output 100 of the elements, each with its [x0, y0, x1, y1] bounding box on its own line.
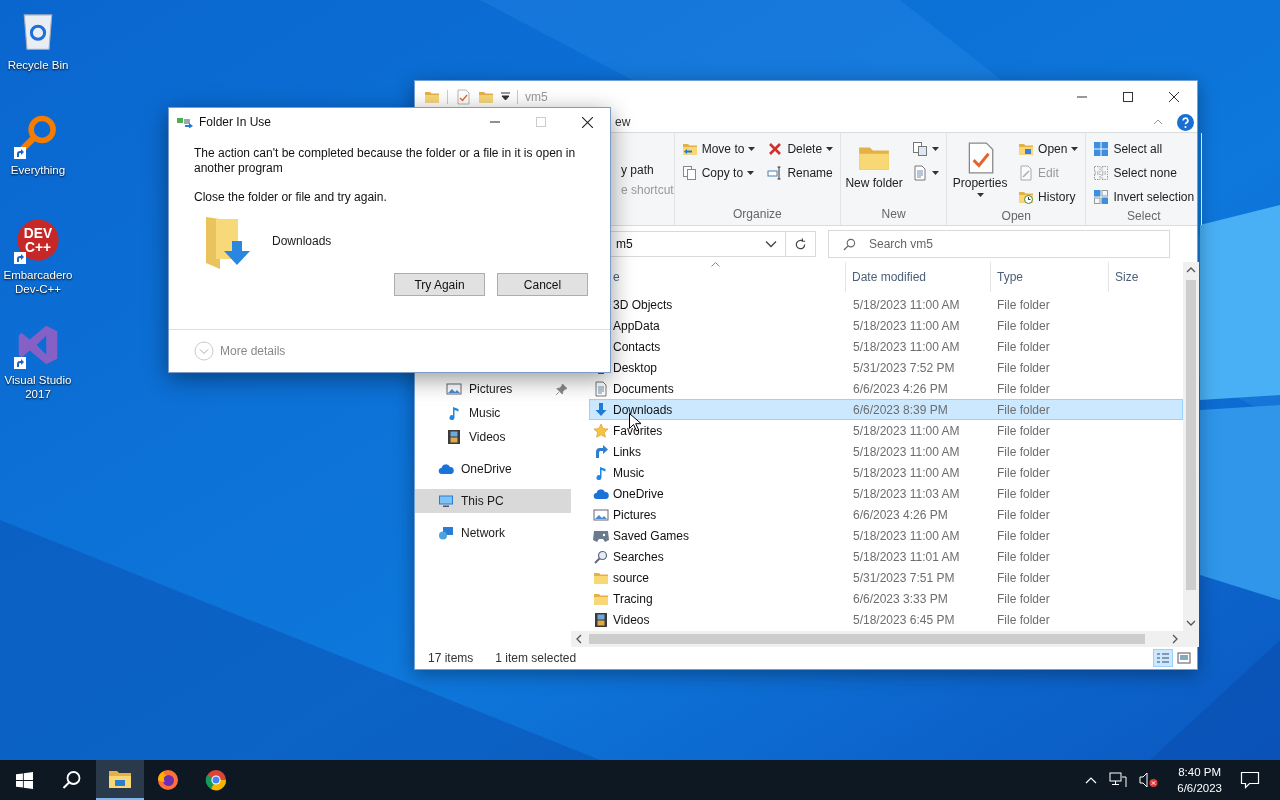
windows-logo-icon [15, 771, 33, 789]
desktop-shortcut[interactable]: Everything [0, 113, 76, 196]
navigation-item[interactable]: Pictures [415, 377, 571, 401]
folder-icon [1018, 141, 1035, 157]
app-logo-icon: DEV C++ [16, 218, 60, 262]
chevron-up-icon[interactable] [1085, 776, 1098, 784]
sort-caret-icon [711, 262, 720, 267]
ribbon-button[interactable]: Open [1015, 139, 1082, 159]
ribbon-button[interactable]: Invert selection [1090, 187, 1198, 207]
navigation-item[interactable]: This PC [415, 489, 571, 513]
type-cell-text: File folder [996, 591, 1051, 606]
file-row[interactable]: Links 5/18/2023 11:00 AM File folder [589, 441, 1183, 462]
date-cell-text: 5/18/2023 11:00 AM [852, 339, 961, 354]
dialog-button[interactable]: Try Again [394, 273, 485, 296]
date-cell-text: 5/18/2023 11:01 AM [852, 549, 961, 564]
folder-name: Downloads [272, 234, 332, 248]
dialog-title: Folder In Use [199, 115, 272, 129]
select-none-icon [1093, 165, 1110, 181]
file-row[interactable]: Music 5/18/2023 11:00 AM File folder [589, 462, 1183, 483]
file-row[interactable]: OneDrive 5/18/2023 11:03 AM File folder [589, 483, 1183, 504]
star-icon [593, 422, 609, 439]
scrollbar-thumb[interactable] [589, 634, 1145, 644]
file-name: Videos [613, 612, 650, 627]
close-icon [1169, 91, 1179, 102]
type-cell-text: File folder [996, 381, 1051, 396]
refresh-button[interactable] [786, 231, 816, 257]
column-header[interactable]: Date modified [846, 262, 991, 292]
select-all-icon [1093, 141, 1110, 157]
file-row[interactable]: Pictures 6/6/2023 4:26 PM File folder [589, 504, 1183, 525]
more-details-toggle[interactable]: More details [194, 341, 286, 361]
ribbon-button[interactable]: Copy to [678, 163, 759, 183]
date-cell-text: 5/31/2023 7:52 PM [852, 360, 956, 375]
notifications-icon[interactable] [1240, 771, 1260, 789]
file-row[interactable]: Tracing 6/6/2023 3:33 PM File folder [589, 588, 1183, 609]
ribbon-button[interactable]: History [1015, 187, 1082, 207]
ribbon-button[interactable]: Move to [678, 139, 759, 159]
file-name: Pictures [613, 507, 657, 522]
address-bar[interactable]: m5 [610, 231, 786, 257]
type-cell-text: File folder [996, 570, 1051, 585]
delete-icon [767, 141, 784, 157]
navigation-item[interactable]: Music [415, 401, 571, 425]
column-header[interactable]: Type [991, 262, 1109, 292]
file-row[interactable]: Downloads 6/6/2023 8:39 PM File folder [589, 399, 1183, 420]
file-row[interactable]: Searches 5/18/2023 11:01 AM File folder [589, 546, 1183, 567]
clock[interactable]: 8:40 PM 6/6/2023 [1171, 764, 1228, 796]
ribbon-button[interactable]: New folder [845, 139, 904, 190]
file-name: Searches [613, 549, 664, 564]
scrollbar-thumb[interactable] [1186, 280, 1196, 590]
desktop-shortcut[interactable]: DEV C++ Embarcadero Dev-C++ [0, 218, 76, 301]
ribbon-group-label: Open [1000, 208, 1032, 225]
ribbon-button[interactable]: Select none [1090, 163, 1198, 183]
file-name: source [613, 570, 650, 585]
file-name: Documents [613, 381, 674, 396]
error-message: The action can't be completed because the folder or a file in it is open in another program [194, 146, 577, 176]
search-icon [843, 238, 856, 251]
type-cell-text: File folder [996, 507, 1051, 522]
navigation-item[interactable]: OneDrive [415, 457, 571, 481]
type-cell-text: File folder [996, 318, 1051, 333]
muted-speaker-icon[interactable] [1139, 772, 1160, 788]
ribbon-button[interactable]: Properties [951, 139, 1010, 197]
taskbar-app[interactable] [96, 760, 144, 800]
film-icon [446, 429, 462, 445]
search-field[interactable]: Search vm5 [828, 230, 1170, 258]
curved-arrow-icon [593, 443, 609, 460]
file-row[interactable]: Favorites 5/18/2023 11:00 AM File folder [589, 420, 1183, 441]
type-cell-text: File folder [996, 339, 1051, 354]
network-icon[interactable] [1109, 772, 1128, 788]
type-cell-text: File folder [996, 486, 1051, 501]
date-cell-text: 5/18/2023 11:00 AM [852, 297, 961, 312]
collapse-ribbon-icon[interactable] [1153, 119, 1163, 125]
time-text: 8:40 PM [1178, 765, 1222, 780]
navigation-item[interactable]: Network [415, 521, 571, 545]
maximize-icon [1123, 91, 1133, 102]
desktop-shortcut[interactable]: Visual Studio 2017 [0, 323, 76, 406]
type-cell-text: File folder [996, 612, 1051, 627]
ribbon-button[interactable]: Delete [764, 139, 837, 159]
customize-caret-icon[interactable] [501, 92, 510, 101]
ribbon-button[interactable]: Select all [1090, 139, 1198, 159]
documents-icon [912, 141, 929, 157]
file-row[interactable]: source 5/31/2023 7:51 PM File folder [589, 567, 1183, 588]
file-row[interactable]: Documents 6/6/2023 4:26 PM File folder [589, 378, 1183, 399]
ribbon-tab[interactable]: ew [613, 113, 633, 131]
search-icon [62, 770, 82, 790]
desktop-shortcut[interactable]: Recycle Bin [0, 8, 76, 91]
ribbon-button[interactable]: Rename [764, 163, 837, 183]
file-row[interactable]: Saved Games 5/18/2023 11:00 AM File folder [589, 525, 1183, 546]
dialog-button[interactable]: Cancel [497, 273, 588, 296]
picture-frame-icon [593, 506, 609, 523]
date-cell-text: 6/6/2023 4:26 PM [852, 507, 949, 522]
chevron-down-icon[interactable] [765, 240, 777, 248]
clock-folder-icon [1018, 189, 1035, 205]
ribbon-group-label: Organize [732, 206, 783, 223]
navigation-item[interactable]: Videos [415, 425, 571, 449]
file-name: Downloads [613, 402, 673, 417]
date-cell-text: 5/18/2023 11:00 AM [852, 528, 961, 543]
close-icon [581, 116, 593, 128]
ribbon-command[interactable]: y path [621, 163, 674, 177]
help-icon[interactable] [1177, 113, 1194, 131]
column-header[interactable]: Size [1109, 262, 1183, 292]
file-row[interactable]: Videos 5/18/2023 6:45 PM File folder [589, 609, 1183, 630]
